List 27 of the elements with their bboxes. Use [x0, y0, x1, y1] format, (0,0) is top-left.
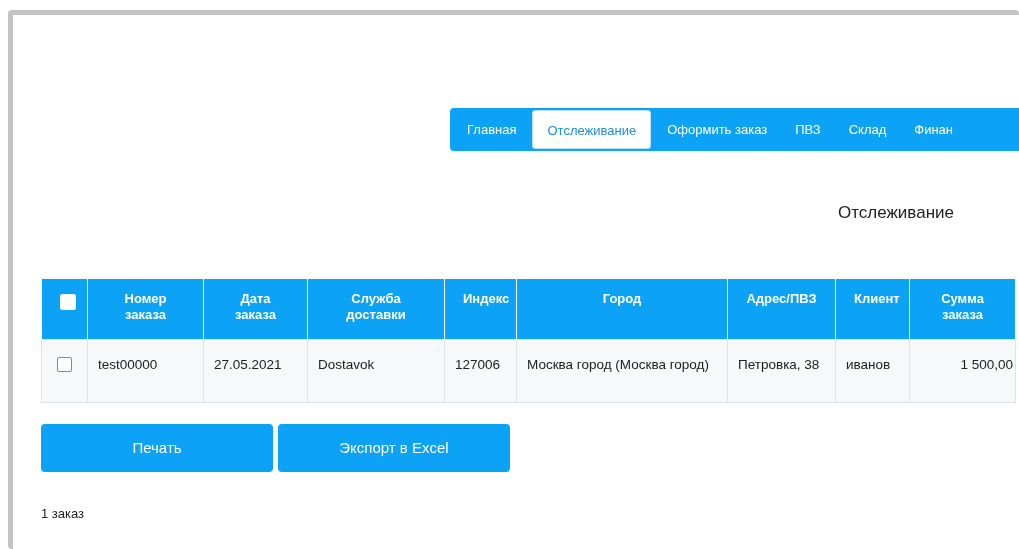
column-header[interactable]: Адрес/ПВЗ [727, 279, 836, 339]
column-header[interactable]: Служба доставки [307, 279, 445, 339]
table-cell: иванов [835, 339, 910, 402]
table-cell: 27.05.2021 [203, 339, 308, 402]
nav-tab[interactable]: Отслеживание [532, 110, 652, 149]
table-cell: 127006 [444, 339, 517, 402]
column-header[interactable]: Номер заказа [87, 279, 204, 339]
column-header[interactable]: Дата заказа [203, 279, 308, 339]
column-header[interactable]: Клиент [835, 279, 910, 339]
nav-tab[interactable]: Финан [900, 108, 967, 151]
action-button[interactable]: Экспорт в Excel [278, 423, 510, 472]
table-cell: Москва город (Москва город) [516, 339, 728, 402]
table-cell: 1 500,00 [909, 339, 1016, 402]
page-title: Отслеживание [838, 203, 954, 222]
column-header[interactable]: Сумма заказа [909, 279, 1016, 339]
nav-tab[interactable]: Главная [453, 108, 531, 151]
table-cell: Петровка, 38 [727, 339, 836, 402]
nav-tab[interactable]: ПВЗ [781, 108, 835, 151]
table-cell: test00000 [87, 339, 204, 402]
nav-tab[interactable]: Оформить заказ [653, 108, 782, 151]
table-cell: Dostavok [307, 339, 445, 402]
nav-tab[interactable]: Склад [834, 108, 901, 151]
column-header[interactable]: Индекс [444, 279, 517, 339]
action-button[interactable]: Печать [41, 423, 273, 472]
checkbox[interactable] [57, 356, 72, 372]
column-header[interactable]: Город [516, 279, 728, 339]
order-count: 1 заказ [41, 505, 85, 521]
